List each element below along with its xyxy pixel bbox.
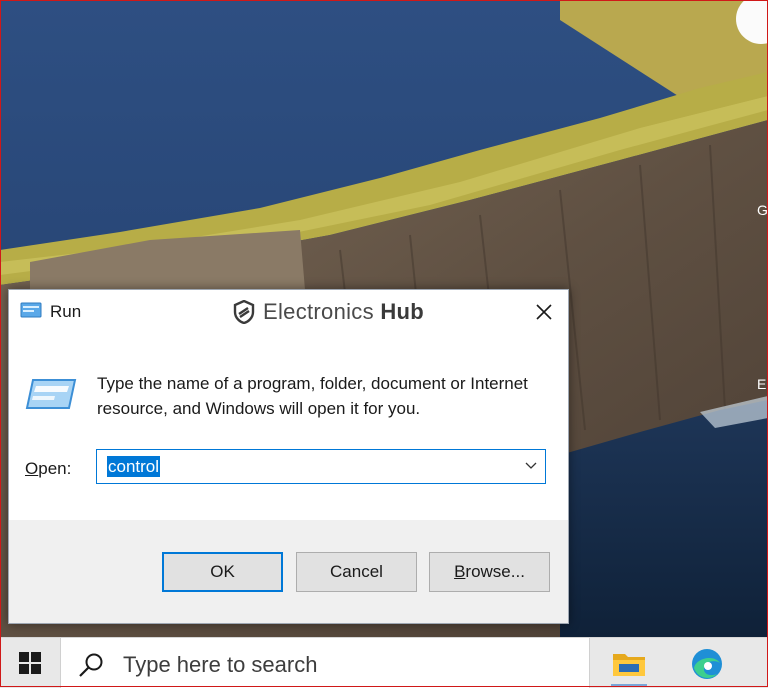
- browse-button[interactable]: Browse...: [429, 552, 550, 592]
- dialog-titlebar[interactable]: Run Electronics Hub: [9, 290, 568, 334]
- watermark-brand-bold: Hub: [380, 299, 424, 324]
- open-combobox[interactable]: control: [96, 449, 546, 484]
- open-input-value[interactable]: control: [107, 456, 161, 477]
- ok-button-label: OK: [210, 562, 235, 581]
- open-label: Open:: [25, 459, 71, 479]
- edge-icon[interactable]: [684, 646, 730, 682]
- browse-button-label: rowse...: [465, 562, 525, 581]
- close-icon: [535, 304, 552, 320]
- ok-button[interactable]: OK: [162, 552, 283, 592]
- desktop-edge-text: E: [757, 376, 767, 392]
- electronics-hub-watermark: Electronics Hub: [233, 299, 424, 325]
- run-program-icon: [25, 379, 77, 409]
- electronics-hub-logo-icon: [233, 300, 255, 324]
- start-button[interactable]: [0, 638, 60, 688]
- run-dialog: Run Electronics Hub Type the name of a p…: [8, 289, 569, 624]
- cancel-button[interactable]: Cancel: [296, 552, 417, 592]
- open-label-mnemonic: O: [25, 459, 39, 478]
- search-icon: [79, 653, 103, 677]
- watermark-brand-light: Electronics: [263, 299, 374, 324]
- file-explorer-icon[interactable]: [606, 646, 652, 682]
- browse-mnemonic: B: [454, 562, 466, 581]
- chevron-down-icon[interactable]: [525, 462, 537, 470]
- cancel-button-label: Cancel: [330, 562, 383, 581]
- dialog-title: Run: [50, 302, 82, 321]
- open-label-text: pen:: [38, 459, 72, 478]
- dialog-content: Type the name of a program, folder, docu…: [9, 334, 568, 520]
- dialog-description: Type the name of a program, folder, docu…: [97, 374, 528, 418]
- taskbar-search-box[interactable]: Type here to search: [60, 638, 590, 688]
- search-placeholder: Type here to search: [123, 652, 318, 677]
- close-button[interactable]: [519, 290, 568, 334]
- taskbar: Type here to search: [0, 637, 768, 688]
- run-app-icon: [20, 302, 42, 318]
- windows-start-icon: [19, 652, 41, 674]
- desktop-edge-text: G: [757, 202, 768, 218]
